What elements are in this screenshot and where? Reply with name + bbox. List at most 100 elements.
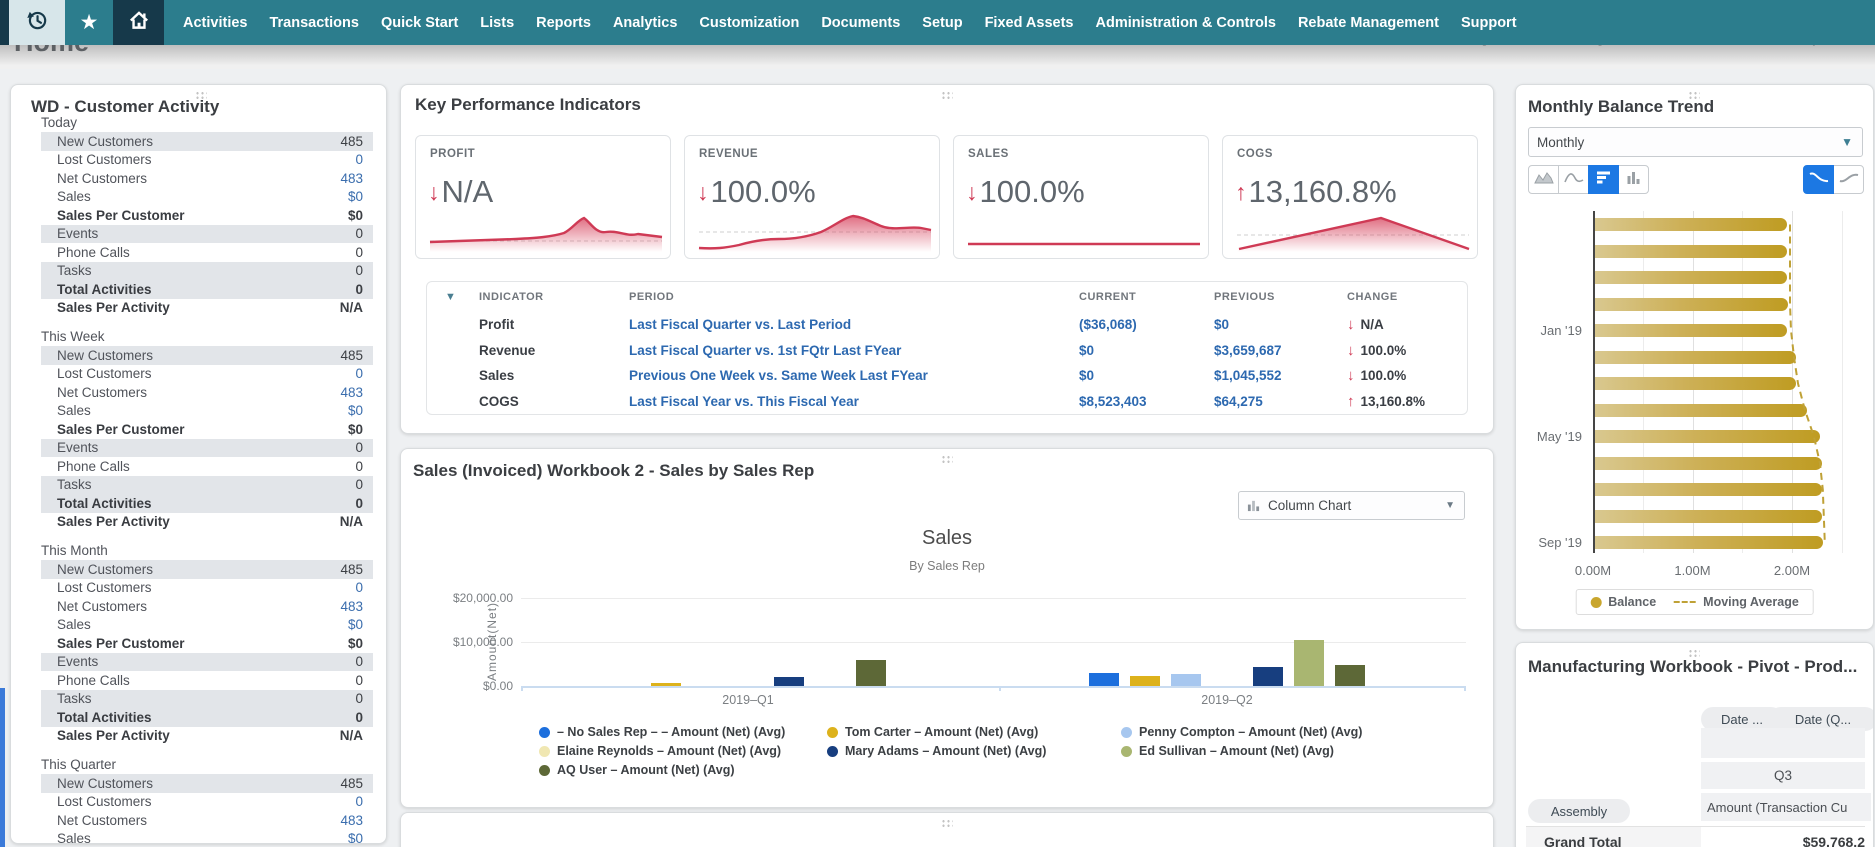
- sales-bar-aq-user-amount-net-avg[interactable]: [1335, 664, 1365, 686]
- sales-bar-ed-sullivan-amount-net-avg[interactable]: [1294, 640, 1324, 686]
- sales-bar-no-sales-rep-amount-net-avg[interactable]: [1089, 673, 1119, 686]
- activity-row-value[interactable]: 0: [355, 366, 363, 381]
- drag-handle[interactable]: [941, 455, 953, 463]
- activity-row-value[interactable]: $0: [348, 189, 363, 204]
- drag-handle[interactable]: [941, 819, 953, 827]
- balance-bar[interactable]: [1595, 244, 1788, 258]
- kpi-period-link[interactable]: Last Fiscal Quarter vs. 1st FQtr Last FY…: [629, 343, 1079, 358]
- balance-bar[interactable]: [1595, 403, 1807, 417]
- legend-moving-average[interactable]: Moving Average: [1674, 595, 1799, 609]
- drag-handle[interactable]: [941, 91, 953, 99]
- activity-row-value[interactable]: $0: [348, 403, 363, 418]
- legend-item-mary-adams-amount-net-avg[interactable]: Mary Adams – Amount (Net) (Avg): [827, 744, 1121, 758]
- kpi-previous-value[interactable]: $1,045,552: [1214, 368, 1347, 383]
- smooth-line-off-toggle[interactable]: [1833, 165, 1864, 194]
- column-chart-toggle[interactable]: [1618, 165, 1649, 194]
- activity-row-value[interactable]: 483: [340, 813, 363, 828]
- balance-bar[interactable]: [1595, 218, 1788, 231]
- activity-row-value[interactable]: $0: [348, 831, 363, 843]
- nav-item-analytics[interactable]: Analytics: [602, 0, 688, 45]
- drag-handle[interactable]: [1688, 649, 1700, 657]
- nav-item-rebate-management[interactable]: Rebate Management: [1287, 0, 1450, 45]
- nav-item-quick-start[interactable]: Quick Start: [370, 0, 469, 45]
- horizontal-bar-chart-toggle[interactable]: [1588, 165, 1619, 194]
- activity-row-label: Sales Per Activity: [57, 514, 170, 530]
- kpi-current-value[interactable]: $0: [1079, 368, 1214, 383]
- nav-item-customization[interactable]: Customization: [688, 0, 810, 45]
- kpi-previous-value[interactable]: $64,275: [1214, 394, 1347, 409]
- activity-row-label: Phone Calls: [57, 672, 130, 688]
- nav-item-lists[interactable]: Lists: [469, 0, 525, 45]
- legend-item-tom-carter-amount-net-avg[interactable]: Tom Carter – Amount (Net) (Avg): [827, 725, 1121, 739]
- nav-item-reports[interactable]: Reports: [525, 0, 602, 45]
- kpi-tile-sales[interactable]: SALES ↓ 100.0%: [953, 135, 1209, 259]
- legend-item-ed-sullivan-amount-net-avg[interactable]: Ed Sullivan – Amount (Net) (Avg): [1121, 744, 1457, 758]
- balance-bar[interactable]: [1595, 456, 1822, 470]
- activity-row-value[interactable]: 483: [340, 599, 363, 614]
- kpi-period-link[interactable]: Last Fiscal Year vs. This Fiscal Year: [629, 394, 1079, 409]
- nav-item-support[interactable]: Support: [1450, 0, 1528, 45]
- balance-bar[interactable]: [1595, 324, 1788, 337]
- activity-row-value[interactable]: 483: [340, 171, 363, 186]
- sales-bar-mary-adams-amount-net-avg[interactable]: [774, 677, 804, 686]
- grand-total-label: Grand Total: [1526, 826, 1701, 847]
- legend-item-no-sales-rep-amount-net-avg[interactable]: – No Sales Rep – – Amount (Net) (Avg): [539, 725, 827, 739]
- recent-history-button[interactable]: [9, 0, 65, 45]
- kpi-period-link[interactable]: Previous One Week vs. Same Week Last FYe…: [629, 368, 1079, 383]
- line-chart-toggle[interactable]: [1558, 165, 1589, 194]
- sales-bar-tom-carter-amount-net-avg[interactable]: [651, 683, 681, 686]
- legend-item-penny-compton-amount-net-avg[interactable]: Penny Compton – Amount (Net) (Avg): [1121, 725, 1457, 739]
- activity-row: Total Activities 0: [41, 280, 373, 299]
- balance-bar[interactable]: [1595, 350, 1796, 364]
- nav-item-setup[interactable]: Setup: [911, 0, 973, 45]
- legend-item-elaine-reynolds-amount-net-avg[interactable]: Elaine Reynolds – Amount (Net) (Avg): [539, 744, 827, 758]
- area-chart-toggle[interactable]: [1528, 165, 1559, 194]
- kpi-current-value[interactable]: $8,523,403: [1079, 394, 1214, 409]
- activity-section-label: This Quarter: [41, 757, 117, 772]
- activity-row-value[interactable]: 0: [355, 580, 363, 595]
- activity-row-value[interactable]: $0: [348, 617, 363, 632]
- legend-balance[interactable]: Balance: [1590, 595, 1656, 609]
- sales-bar-aq-user-amount-net-avg[interactable]: [856, 660, 886, 686]
- kpi-tile-value-row: ↓ 100.0%: [966, 174, 1085, 210]
- collapse-triangle-icon[interactable]: ▼: [445, 291, 479, 303]
- activity-row-value[interactable]: 0: [355, 794, 363, 809]
- balance-bar[interactable]: [1595, 377, 1796, 390]
- balance-bar[interactable]: [1595, 297, 1789, 311]
- chart-type-dropdown[interactable]: Column Chart ▼: [1238, 491, 1465, 520]
- activity-row-value[interactable]: 483: [340, 385, 363, 400]
- smooth-line-on-toggle[interactable]: [1803, 165, 1834, 194]
- kpi-current-value[interactable]: $0: [1079, 343, 1214, 358]
- legend-dot-icon: [827, 745, 838, 757]
- nav-item-administration-controls[interactable]: Administration & Controls: [1084, 0, 1286, 45]
- kpi-tile-profit[interactable]: PROFIT ↓ N/A: [415, 135, 671, 259]
- balance-bar[interactable]: [1595, 483, 1822, 496]
- left-scrollbar[interactable]: [0, 688, 5, 847]
- kpi-tile-cogs[interactable]: COGS ↑ 13,160.8%: [1222, 135, 1478, 259]
- balance-bar[interactable]: [1595, 509, 1822, 523]
- favorites-button[interactable]: ★: [65, 0, 113, 45]
- activity-row-value[interactable]: 0: [355, 152, 363, 167]
- sales-bar-mary-adams-amount-net-avg[interactable]: [1253, 667, 1283, 686]
- kpi-previous-value[interactable]: $3,659,687: [1214, 343, 1347, 358]
- kpi-period-link[interactable]: Last Fiscal Quarter vs. Last Period: [629, 317, 1079, 332]
- nav-item-transactions[interactable]: Transactions: [258, 0, 369, 45]
- home-button[interactable]: [113, 0, 164, 45]
- sales-bar-penny-compton-amount-net-avg[interactable]: [1171, 674, 1201, 686]
- nav-item-fixed-assets[interactable]: Fixed Assets: [974, 0, 1085, 45]
- kpi-previous-value[interactable]: $0: [1214, 317, 1347, 332]
- legend-item-aq-user-amount-net-avg[interactable]: AQ User – Amount (Net) (Avg): [539, 763, 827, 777]
- balance-bar[interactable]: [1595, 536, 1823, 549]
- nav-item-documents[interactable]: Documents: [810, 0, 911, 45]
- nav-item-activities[interactable]: Activities: [172, 0, 258, 45]
- pivot-row-pill[interactable]: Assembly: [1528, 799, 1630, 823]
- kpi-current-value[interactable]: ($36,068): [1079, 317, 1214, 332]
- activity-row: Sales Per Customer $0: [41, 206, 373, 225]
- kpi-tile-revenue[interactable]: REVENUE ↓ 100.0%: [684, 135, 940, 259]
- balance-bar[interactable]: [1595, 271, 1788, 284]
- legend-dot-icon: [1121, 726, 1132, 738]
- balance-bar[interactable]: [1595, 430, 1820, 443]
- sales-bar-tom-carter-amount-net-avg[interactable]: [1130, 675, 1160, 686]
- activity-section-label: This Week: [41, 329, 105, 344]
- period-dropdown[interactable]: Monthly ▼: [1528, 127, 1863, 157]
